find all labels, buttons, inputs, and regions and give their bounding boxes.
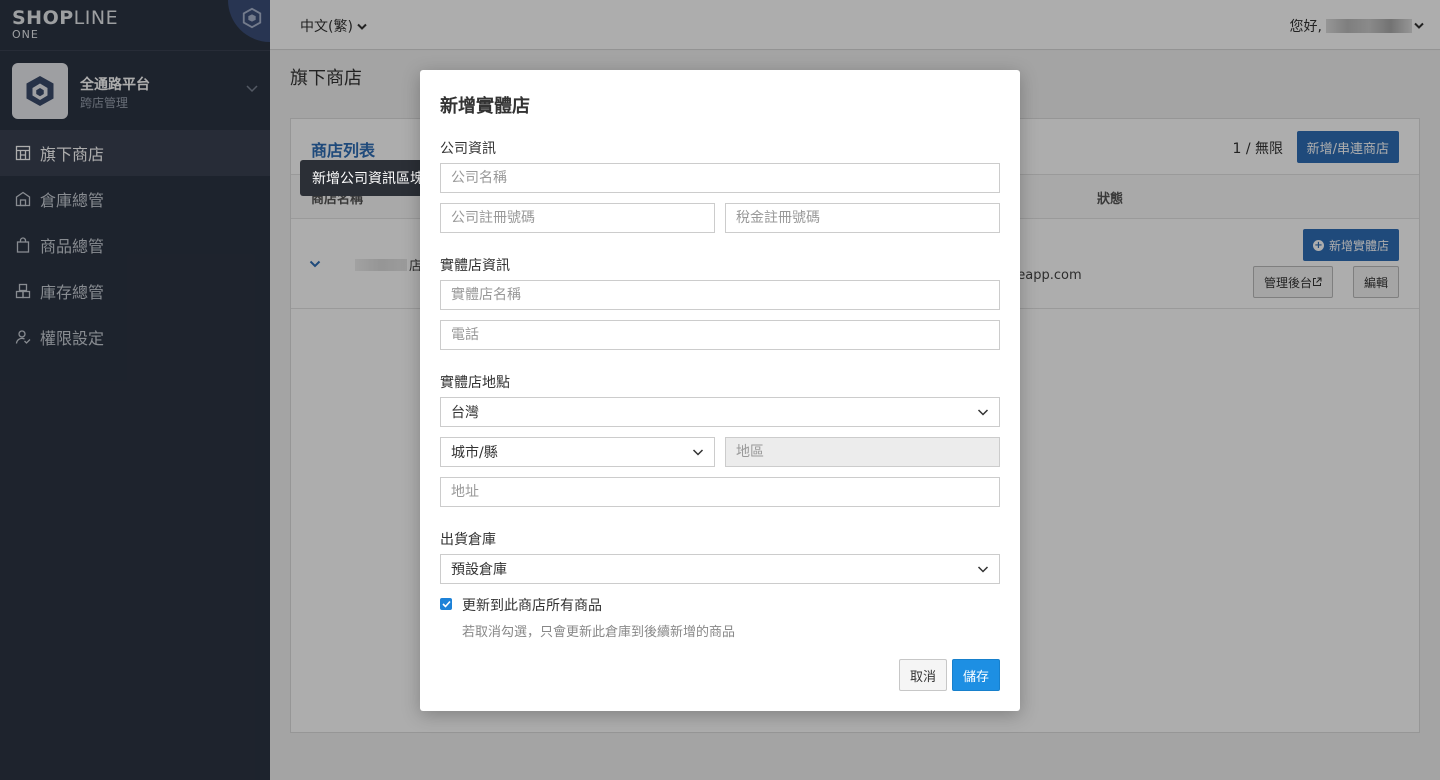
- checkbox-help-text: 若取消勾選，只會更新此倉庫到後續新增的商品: [462, 625, 736, 640]
- address-input[interactable]: [440, 477, 1000, 507]
- company-name-input[interactable]: [440, 163, 1000, 193]
- cancel-button[interactable]: 取消: [899, 659, 947, 691]
- city-select[interactable]: 城市/縣: [440, 437, 715, 467]
- update-all-products-checkbox[interactable]: [440, 598, 452, 610]
- company-registration-input[interactable]: [440, 203, 715, 233]
- tax-registration-input[interactable]: [725, 203, 1000, 233]
- phone-input[interactable]: [440, 320, 1000, 350]
- store-section-label: 實體店資訊: [440, 258, 510, 274]
- tooltip-text: 新增公司資訊區塊: [312, 171, 424, 187]
- warehouse-section-label: 出貨倉庫: [440, 532, 496, 548]
- add-physical-store-modal: 新增實體店 公司資訊 實體店資訊 實體店地點 台灣 城市/縣 出貨倉庫 預設倉庫…: [420, 70, 1020, 711]
- chevron-down-icon: [977, 563, 989, 575]
- location-section-label: 實體店地點: [440, 375, 510, 391]
- tooltip: 新增公司資訊區塊: [300, 160, 442, 196]
- company-section-label: 公司資訊: [440, 141, 496, 157]
- country-value: 台灣: [451, 405, 479, 421]
- modal-title: 新增實體店: [440, 96, 530, 117]
- city-value: 城市/縣: [451, 445, 498, 461]
- save-button[interactable]: 儲存: [952, 659, 1000, 691]
- chevron-down-icon: [692, 446, 704, 458]
- checkbox-label[interactable]: 更新到此商店所有商品: [462, 595, 602, 615]
- district-input: [725, 437, 1000, 467]
- store-name-input[interactable]: [440, 280, 1000, 310]
- checkmark-icon: [441, 600, 451, 608]
- warehouse-select[interactable]: 預設倉庫: [440, 554, 1000, 584]
- country-select[interactable]: 台灣: [440, 397, 1000, 427]
- chevron-down-icon: [977, 406, 989, 418]
- warehouse-value: 預設倉庫: [451, 562, 507, 578]
